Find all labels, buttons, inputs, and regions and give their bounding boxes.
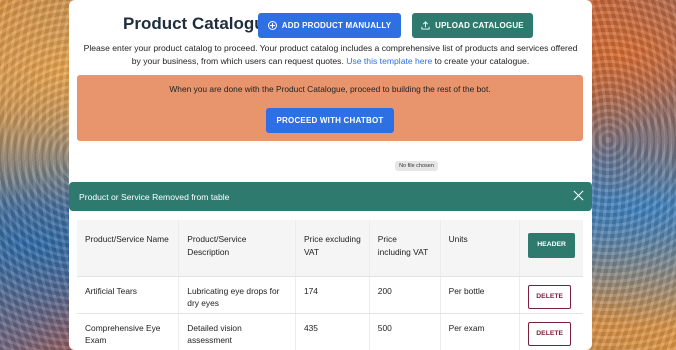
header-button[interactable]: HEADER — [528, 233, 575, 258]
add-product-button[interactable]: ADD PRODUCT MANUALLY — [258, 13, 401, 38]
intro-paragraph: Please enter your product catalog to pro… — [79, 42, 582, 67]
delete-button[interactable]: DELETE — [528, 321, 572, 346]
toast-message: Product or Service Removed from table — [79, 191, 230, 202]
header-price-inc: Price including VAT — [368, 220, 441, 277]
header-name: Product/Service Name — [77, 220, 179, 277]
header-description: Product/Service Description — [178, 220, 296, 277]
row-units: Per bottle — [439, 276, 520, 314]
upload-icon — [421, 21, 430, 30]
row-price-ex: 174 — [294, 276, 370, 314]
row-action-cell: DELETE — [519, 313, 583, 350]
row-price-ex: 435 — [294, 313, 370, 350]
add-product-label: ADD PRODUCT MANUALLY — [281, 21, 392, 30]
header-action-cell: HEADER — [519, 220, 583, 277]
plus-circle-icon — [267, 21, 277, 30]
upload-catalogue-label: UPLOAD CATALOGUE — [435, 21, 524, 30]
proceed-notice: When you are done with the Product Catal… — [77, 75, 583, 141]
page-title: Product Catalogue — [123, 14, 275, 33]
header-price-ex: Price excluding VAT — [294, 220, 370, 277]
table-row: Artificial Tears Lubricating eye drops f… — [77, 276, 583, 314]
notice-text: When you are done with the Product Catal… — [169, 84, 491, 94]
row-action-cell: DELETE — [519, 276, 583, 314]
row-name: Artificial Tears — [77, 276, 179, 314]
file-input-status[interactable]: No file chosen — [395, 161, 438, 171]
row-price-inc: 200 — [368, 276, 441, 314]
row-units: Per exam — [439, 313, 520, 350]
row-name: Comprehensive Eye Exam — [77, 313, 179, 350]
row-description: Detailed vision assessment — [178, 313, 296, 350]
table-header-row: Product/Service Name Product/Service Des… — [77, 220, 583, 277]
upload-catalogue-button[interactable]: UPLOAD CATALOGUE — [412, 13, 533, 38]
table-row: Comprehensive Eye Exam Detailed vision a… — [77, 313, 583, 350]
template-link[interactable]: Use this template here — [346, 56, 432, 66]
row-description: Lubricating eye drops for dry eyes — [178, 276, 296, 314]
header-units: Units — [439, 220, 520, 277]
intro-suffix: to create your catalogue. — [434, 55, 530, 66]
delete-button[interactable]: DELETE — [528, 284, 572, 309]
removed-toast: Product or Service Removed from table — [69, 182, 592, 211]
close-icon[interactable] — [573, 190, 584, 201]
proceed-with-chatbot-button[interactable]: PROCEED WITH CHATBOT — [266, 108, 394, 133]
catalogue-panel: Product Catalogue ADD PRODUCT MANUALLY U… — [69, 0, 592, 350]
catalogue-table: Product/Service Name Product/Service Des… — [77, 220, 583, 350]
row-price-inc: 500 — [368, 313, 441, 350]
